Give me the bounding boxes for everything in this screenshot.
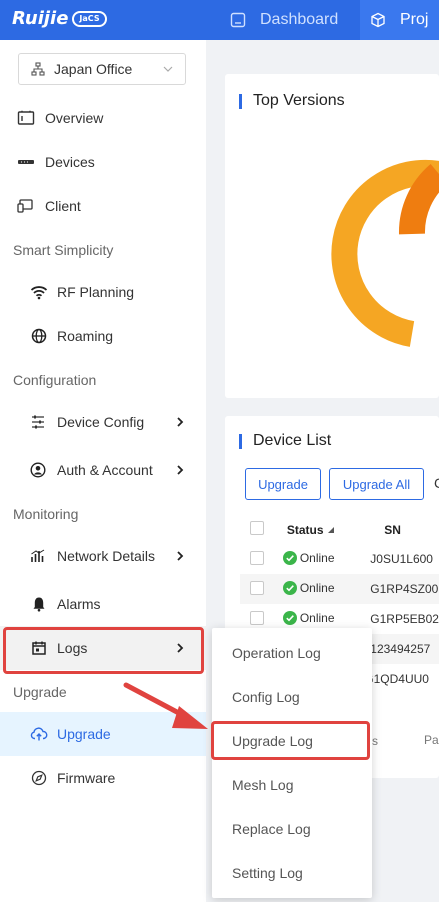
project-cube-icon: [370, 12, 386, 28]
wifi-icon: [30, 284, 48, 300]
row-sn: J0SU1L600: [370, 552, 433, 566]
row-checkbox[interactable]: [250, 550, 264, 565]
table-row[interactable]: Online G1RP4SZ00: [240, 574, 439, 604]
compass-icon: [31, 770, 47, 786]
menu-item-config-log[interactable]: Config Log: [232, 689, 300, 705]
column-header-status[interactable]: Status: [269, 515, 344, 544]
status-online: Online: [282, 610, 335, 625]
sort-icon: [327, 526, 334, 533]
chevron-right-icon: [174, 550, 186, 562]
sidebar-item-auth-account[interactable]: Auth & Account: [0, 448, 206, 492]
sidebar-item-label: Overview: [45, 110, 104, 126]
sidebar-item-label: Devices: [45, 154, 95, 170]
sidebar-item-label: Client: [45, 198, 81, 214]
pager-fragment: Pa: [424, 733, 439, 747]
logo-badge: JaCS: [72, 10, 107, 27]
column-header-sn[interactable]: SN: [344, 515, 439, 544]
sliders-icon: [30, 414, 46, 430]
tab-dashboard[interactable]: Dashboard: [228, 0, 360, 40]
sidebar-item-firmware[interactable]: Firmware: [0, 756, 206, 800]
donut-segment-secondary: [399, 164, 439, 235]
pager-fragment: s: [372, 734, 378, 748]
client-icon: [17, 198, 35, 214]
upgrade-all-button[interactable]: Upgrade All: [329, 468, 424, 500]
sidebar-item-label: Device Config: [57, 414, 145, 430]
upgrade-log-highlight-box: [211, 721, 370, 760]
row-checkbox[interactable]: [250, 580, 264, 595]
table-row[interactable]: Online J0SU1L600: [240, 544, 439, 574]
title-accent-bar: [239, 433, 242, 449]
menu-item-mesh-log[interactable]: Mesh Log: [232, 777, 293, 793]
check-circle-icon: [282, 610, 297, 625]
toolbar-text-fragment: C: [434, 475, 439, 491]
logs-highlight-box: [3, 627, 204, 674]
sidebar-item-alarms[interactable]: Alarms: [0, 582, 206, 626]
select-all-checkbox[interactable]: [250, 521, 264, 535]
alarm-bell-icon: [31, 596, 47, 612]
menu-item-replace-log[interactable]: Replace Log: [232, 821, 311, 837]
sidebar-item-label: Alarms: [57, 596, 101, 612]
status-online: Online: [282, 550, 335, 565]
sidebar-item-label: Upgrade: [57, 726, 111, 742]
group-smart-simplicity: Smart Simplicity: [13, 242, 114, 258]
site-selector[interactable]: Japan Office: [18, 53, 186, 85]
check-circle-icon: [282, 550, 297, 565]
check-circle-icon: [282, 580, 297, 595]
overview-icon: [17, 110, 35, 126]
status-online: Online: [282, 580, 335, 595]
sidebar-item-label: Auth & Account: [57, 462, 153, 478]
tab-project[interactable]: Proj: [360, 0, 439, 40]
sidebar-item-overview[interactable]: Overview: [0, 96, 206, 140]
menu-item-setting-log[interactable]: Setting Log: [232, 865, 303, 881]
chevron-down-icon: [161, 62, 175, 76]
sidebar-item-label: Roaming: [57, 328, 114, 344]
user-circle-icon: [30, 462, 46, 478]
row-sn: G1RP4SZ00: [344, 574, 439, 604]
dashboard-icon: [230, 12, 246, 28]
menu-item-operation-log[interactable]: Operation Log: [232, 645, 321, 661]
version-donut-chart[interactable]: [225, 74, 439, 398]
devices-icon: [17, 154, 35, 170]
cloud-upload-icon: [30, 726, 48, 742]
logo-text: Ruijie: [12, 8, 69, 29]
sidebar-item-network-details[interactable]: Network Details: [0, 534, 206, 578]
sidebar-item-label: Firmware: [57, 770, 116, 786]
sidebar-item-rf-planning[interactable]: RF Planning: [0, 270, 206, 314]
tab-project-label: Proj: [400, 11, 429, 28]
device-list-title: Device List: [239, 432, 331, 450]
upgrade-button[interactable]: Upgrade: [245, 468, 321, 500]
sidebar-item-label: Network Details: [57, 548, 156, 564]
top-navigation-bar: Ruijie JaCS Dashboard Proj: [0, 0, 439, 40]
table-header-row: Status SN: [240, 515, 439, 544]
chevron-right-icon: [174, 416, 186, 428]
signal-bars-icon: [30, 548, 46, 564]
site-selector-value: Japan Office: [54, 61, 133, 77]
globe-icon: [31, 328, 47, 344]
sidebar-item-client[interactable]: Client: [0, 184, 206, 228]
group-configuration: Configuration: [13, 372, 97, 388]
tab-dashboard-label: Dashboard: [260, 11, 339, 28]
sidebar-item-label: RF Planning: [57, 284, 135, 300]
group-upgrade: Upgrade: [13, 684, 67, 700]
row-checkbox[interactable]: [250, 610, 264, 625]
group-monitoring: Monitoring: [13, 506, 79, 522]
chevron-right-icon: [174, 464, 186, 476]
sidebar: Japan Office Overview Devices Client Sma…: [0, 40, 206, 902]
sidebar-item-devices[interactable]: Devices: [0, 140, 206, 184]
top-versions-card: Top Versions: [225, 74, 439, 398]
sidebar-item-roaming[interactable]: Roaming: [0, 314, 206, 358]
logs-submenu: Operation Log Config Log Upgrade Log Mes…: [212, 628, 372, 898]
ruijie-logo[interactable]: Ruijie JaCS: [12, 8, 107, 29]
network-topology-icon: [31, 62, 45, 76]
sidebar-item-device-config[interactable]: Device Config: [0, 400, 206, 444]
annotation-arrow-icon: [123, 682, 208, 729]
device-list-title-text: Device List: [253, 432, 332, 449]
